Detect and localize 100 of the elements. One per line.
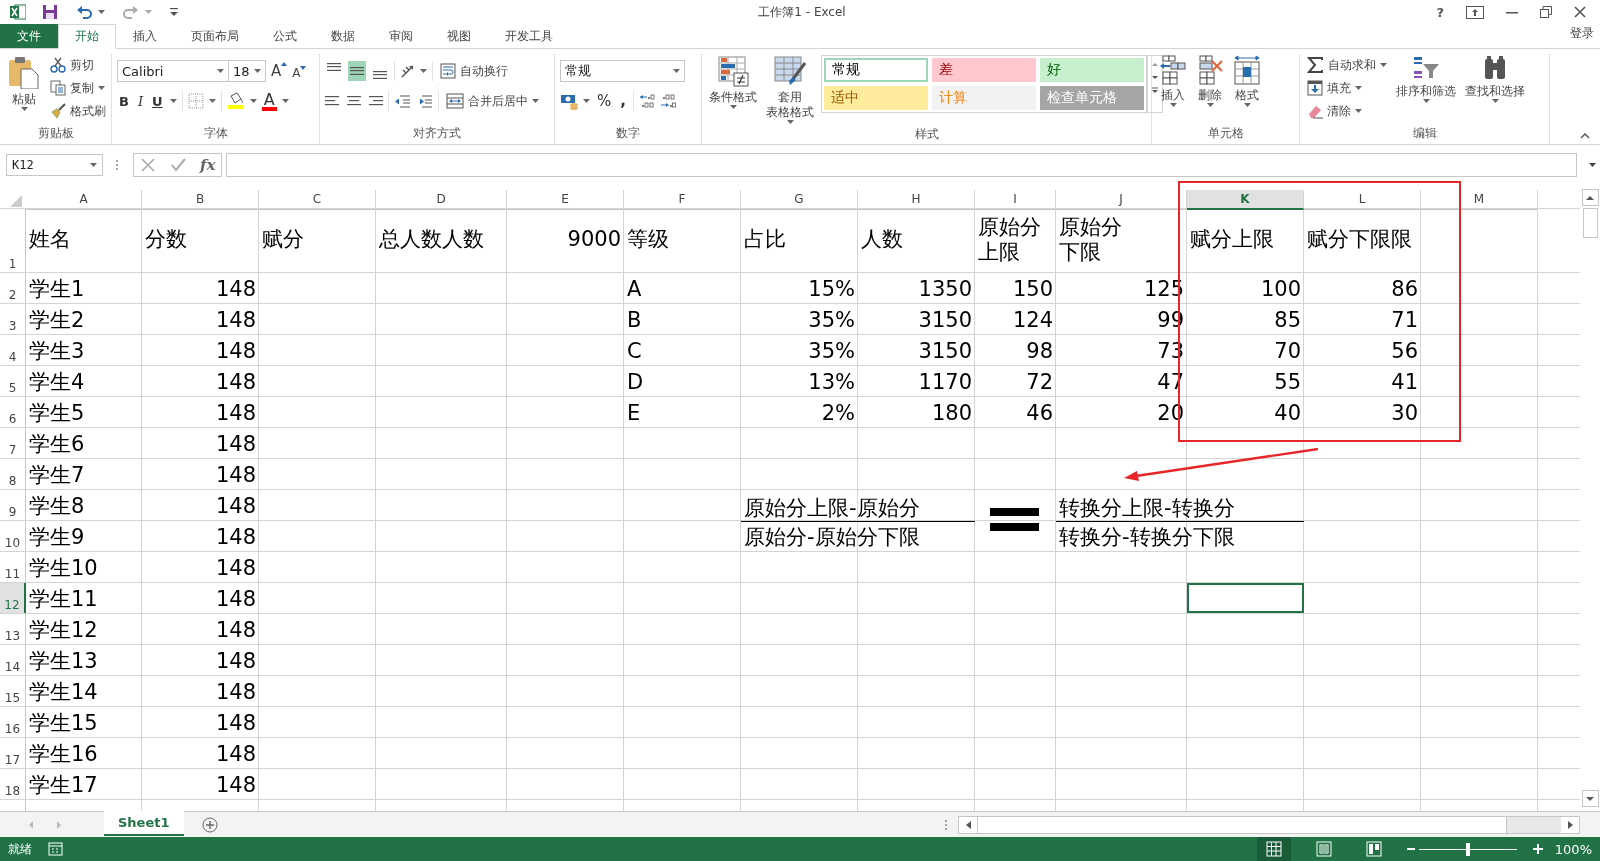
decrease-indent-icon[interactable] <box>394 92 411 110</box>
scroll-left-button[interactable] <box>959 816 977 833</box>
column-header[interactable]: C <box>259 190 376 210</box>
ribbon-tab[interactable]: 视图 <box>430 24 488 48</box>
macro-icon[interactable] <box>48 841 63 857</box>
name-box[interactable]: K12 <box>6 154 103 176</box>
column-header[interactable]: L <box>1304 190 1421 210</box>
insert-button[interactable]: 插入 <box>1157 54 1189 108</box>
caret-icon[interactable] <box>1589 163 1596 167</box>
cell-style-option[interactable]: 差 <box>932 58 1036 82</box>
row-header[interactable]: 14 <box>0 645 26 675</box>
row-header[interactable]: 3 <box>0 304 26 334</box>
format-painter-button[interactable]: 格式刷 <box>48 100 108 122</box>
row-header[interactable]: 11 <box>0 552 26 582</box>
caret-icon[interactable] <box>249 99 257 103</box>
caret-icon[interactable] <box>98 86 105 90</box>
file-tab[interactable]: 文件 <box>0 24 58 48</box>
row-header[interactable]: 16 <box>0 707 26 737</box>
shrink-font-button[interactable]: A <box>292 65 307 80</box>
caret-icon[interactable] <box>1206 103 1214 107</box>
conditional-format-button[interactable]: 条件格式 <box>707 54 759 110</box>
add-sheet-icon[interactable] <box>201 816 218 833</box>
help-button[interactable]: ? <box>1436 4 1444 20</box>
scroll-thumb[interactable] <box>1582 208 1598 238</box>
close-icon[interactable] <box>1574 6 1586 18</box>
orientation-icon[interactable] <box>400 63 415 79</box>
row-header[interactable]: 2 <box>0 273 26 303</box>
caret-icon[interactable] <box>98 10 105 14</box>
zoom-level[interactable]: 100% <box>1554 841 1592 857</box>
font-name-field[interactable]: Calibri <box>117 60 229 82</box>
collapse-ribbon-icon[interactable] <box>1580 132 1590 140</box>
decrease-decimal-icon[interactable] <box>659 93 676 109</box>
cell-style-option[interactable]: 好 <box>1040 58 1144 82</box>
caret-icon[interactable] <box>583 99 590 103</box>
caret-icon[interactable] <box>729 105 737 109</box>
underline-button[interactable]: U <box>150 93 165 109</box>
fill-color-icon[interactable] <box>226 92 245 110</box>
caret-icon[interactable] <box>420 69 427 73</box>
row-header[interactable]: 13 <box>0 614 26 644</box>
paste-button[interactable]: 粘贴 <box>5 54 43 112</box>
caret-icon[interactable] <box>1243 103 1251 107</box>
ribbon-tab[interactable]: 开始 <box>58 24 116 49</box>
row-header[interactable]: 8 <box>0 459 26 489</box>
ribbon-tab[interactable]: 插入 <box>116 24 174 48</box>
fill-button[interactable]: 填充 <box>1305 77 1389 99</box>
caret-icon[interactable] <box>1355 86 1362 90</box>
ribbon-tab[interactable]: 审阅 <box>372 24 430 48</box>
scroll-down-button[interactable] <box>1581 790 1599 807</box>
column-header[interactable]: D <box>376 190 507 210</box>
insert-function-button[interactable]: fx <box>200 156 216 174</box>
copy-button[interactable]: 复制 <box>48 77 108 99</box>
column-header[interactable]: G <box>741 190 858 210</box>
row-header[interactable]: 18 <box>0 769 26 799</box>
row-header[interactable]: 5 <box>0 366 26 396</box>
scroll-down-icon[interactable] <box>1150 74 1160 81</box>
sort-filter-button[interactable]: 排序和筛选 <box>1394 54 1458 104</box>
column-header[interactable]: F <box>624 190 741 210</box>
caret-icon[interactable] <box>532 99 539 103</box>
zoom-in-icon[interactable] <box>1532 844 1543 854</box>
row-header[interactable]: 17 <box>0 738 26 768</box>
wrap-text-button[interactable]: 自动换行 <box>438 60 510 82</box>
restore-icon[interactable] <box>1540 6 1552 18</box>
caret-icon[interactable] <box>1355 109 1362 113</box>
row-header[interactable]: 10 <box>0 521 26 551</box>
format-table-button[interactable]: 套用 表格格式 <box>764 54 816 125</box>
align-middle-button[interactable] <box>348 61 366 81</box>
caret-icon[interactable] <box>786 120 794 124</box>
column-header[interactable]: M <box>1421 190 1538 210</box>
caret-icon[interactable] <box>208 99 216 103</box>
ribbon-tab[interactable]: 开发工具 <box>488 24 570 48</box>
row-header[interactable]: 4 <box>0 335 26 365</box>
ribbon-tab[interactable]: 公式 <box>256 24 314 48</box>
delete-button[interactable]: 删除 <box>1194 54 1226 108</box>
format-button[interactable]: 格式 <box>1231 54 1263 108</box>
caret-icon[interactable] <box>1169 103 1177 107</box>
save-icon[interactable] <box>42 4 58 20</box>
number-format-field[interactable]: 常规 <box>560 60 685 82</box>
more-styles-icon[interactable] <box>1150 87 1160 94</box>
horizontal-scrollbar[interactable] <box>958 815 1580 834</box>
cut-button[interactable]: 剪切 <box>48 54 108 76</box>
font-color-button[interactable]: A <box>261 91 277 111</box>
caret-icon[interactable] <box>673 69 680 73</box>
caret-icon[interactable] <box>281 99 289 103</box>
row-header[interactable]: 15 <box>0 676 26 706</box>
column-header[interactable]: K <box>1187 190 1304 210</box>
column-header[interactable]: B <box>142 190 259 210</box>
selected-cell[interactable] <box>1187 583 1304 613</box>
scroll-up-icon[interactable] <box>1150 61 1160 68</box>
clear-button[interactable]: 清除 <box>1305 100 1389 122</box>
caret-icon[interactable] <box>1380 63 1387 67</box>
caret-icon[interactable] <box>217 69 224 73</box>
scroll-right-button[interactable] <box>1561 816 1579 833</box>
ribbon-display-icon[interactable] <box>1466 5 1484 19</box>
normal-view-button[interactable] <box>1256 837 1291 861</box>
undo-icon[interactable] <box>76 4 92 20</box>
ribbon-tab[interactable]: 页面布局 <box>174 24 256 48</box>
comma-button[interactable]: , <box>618 92 628 110</box>
caret-icon[interactable] <box>90 163 97 167</box>
column-header[interactable]: H <box>858 190 975 210</box>
cell-style-option[interactable]: 常规 <box>824 58 928 82</box>
